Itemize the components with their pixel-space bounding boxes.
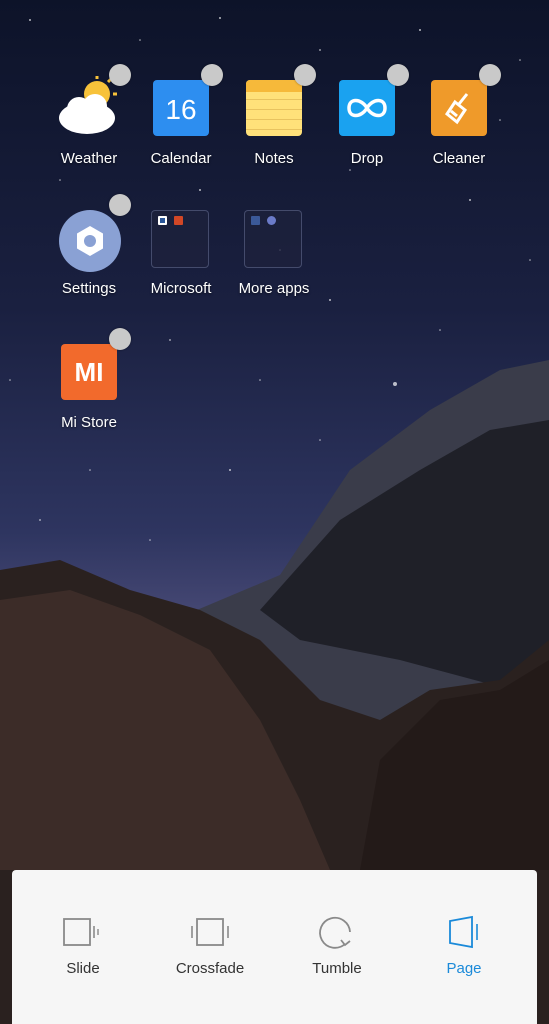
option-page[interactable]: Page [414, 912, 514, 977]
rotate-icon [319, 916, 351, 949]
app-label: Mi Store [61, 414, 117, 431]
app-label: Settings [61, 280, 117, 297]
notification-dot [387, 64, 409, 86]
app-drop[interactable]: Drop [321, 64, 413, 167]
calendar-date: 16 [165, 94, 197, 125]
app-weather[interactable]: Weather [43, 64, 135, 167]
notification-dot [109, 194, 131, 216]
slide-icon [63, 918, 99, 946]
folder-more-apps[interactable]: More apps [228, 206, 320, 297]
app-label: Calendar [150, 150, 212, 167]
transition-effects-panel: Slide Crossfade Tumble Page [12, 870, 537, 1024]
app-label: Cleaner [432, 150, 486, 167]
option-tumble[interactable]: Tumble [287, 912, 387, 977]
crossfade-icon [191, 918, 229, 946]
option-label: Tumble [312, 960, 362, 977]
app-label: Microsoft [150, 280, 212, 297]
folder-icon [244, 210, 302, 268]
option-label: Slide [66, 960, 100, 977]
app-notes[interactable]: Notes [228, 64, 320, 167]
mi-logo: MI [74, 357, 104, 387]
folder-icon [151, 210, 209, 268]
app-settings[interactable]: Settings [43, 194, 135, 297]
gear-icon [59, 210, 121, 272]
weather-icon [59, 76, 117, 134]
calendar-icon: 16 [153, 80, 209, 136]
app-label: Drop [350, 150, 384, 167]
mi-store-icon: MI [61, 344, 117, 400]
app-label: More apps [238, 280, 310, 297]
drop-icon [339, 80, 395, 136]
page-icon [449, 915, 478, 949]
app-label: Notes [254, 150, 294, 167]
folder-microsoft[interactable]: Microsoft [135, 206, 227, 297]
option-slide[interactable]: Slide [33, 912, 133, 977]
notification-dot [201, 64, 223, 86]
notification-dot [109, 328, 131, 350]
app-mi-store[interactable]: MI Mi Store [43, 328, 135, 431]
option-label: Page [446, 960, 482, 977]
app-label: Weather [60, 150, 118, 167]
app-calendar[interactable]: 16 Calendar [135, 64, 227, 167]
notes-icon [246, 80, 302, 136]
notification-dot [109, 64, 131, 86]
option-crossfade[interactable]: Crossfade [160, 912, 260, 977]
app-cleaner[interactable]: Cleaner [413, 64, 505, 167]
option-label: Crossfade [175, 960, 245, 977]
notification-dot [479, 64, 501, 86]
cleaner-icon [431, 80, 487, 136]
notification-dot [294, 64, 316, 86]
